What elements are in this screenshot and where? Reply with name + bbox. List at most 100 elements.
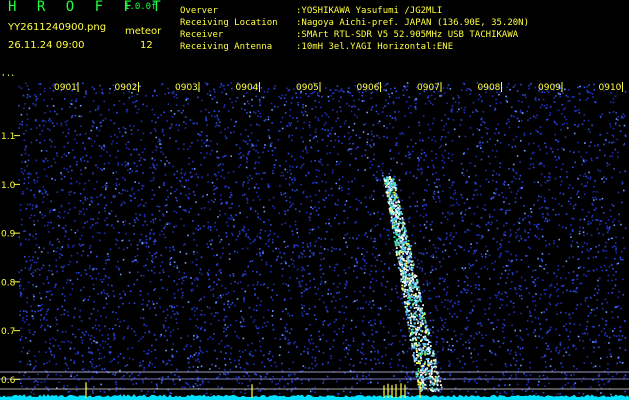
noise-speck xyxy=(435,172,437,174)
noise-speck xyxy=(69,390,71,393)
noise-speck xyxy=(169,258,171,260)
noise-speck xyxy=(86,197,89,200)
noise-speck xyxy=(586,249,589,251)
noise-speck xyxy=(302,315,304,317)
noise-speck xyxy=(232,226,235,228)
noise-speck xyxy=(151,213,153,216)
noise-speck xyxy=(83,188,85,191)
noise-speck xyxy=(581,251,583,253)
noise-speck xyxy=(403,352,405,354)
noise-speck xyxy=(146,393,148,396)
noise-speck xyxy=(81,332,84,334)
noise-speck xyxy=(613,224,616,227)
noise-speck xyxy=(300,136,303,139)
noise-speck xyxy=(481,150,484,153)
noise-speck xyxy=(103,144,105,147)
noise-speck xyxy=(192,288,194,291)
noise-speck xyxy=(548,302,551,304)
noise-speck xyxy=(209,153,212,155)
noise-speck xyxy=(143,367,145,369)
noise-speck xyxy=(540,356,543,359)
noise-speck xyxy=(489,350,491,352)
noise-speck xyxy=(165,349,167,352)
noise-speck xyxy=(508,167,510,170)
noise-speck xyxy=(64,229,67,232)
noise-speck xyxy=(359,392,362,394)
noise-speck xyxy=(545,263,547,266)
noise-speck xyxy=(75,163,78,166)
noise-speck xyxy=(115,156,118,159)
noise-speck xyxy=(20,269,23,272)
noise-speck xyxy=(517,100,520,102)
noise-speck xyxy=(314,159,316,162)
noise-speck xyxy=(556,393,559,395)
noise-speck xyxy=(141,198,143,201)
noise-speck xyxy=(406,85,409,87)
noise-speck xyxy=(529,361,531,364)
noise-speck xyxy=(99,352,101,355)
noise-speck xyxy=(197,354,200,356)
noise-speck xyxy=(107,333,109,336)
noise-speck xyxy=(271,122,273,124)
noise-speck xyxy=(19,244,22,247)
noise-speck xyxy=(18,127,20,129)
noise-speck xyxy=(27,159,30,162)
noise-speck xyxy=(494,107,497,110)
noise-speck xyxy=(225,315,228,318)
noise-speck xyxy=(313,136,315,139)
noise-speck xyxy=(614,148,617,151)
noise-speck xyxy=(544,385,546,387)
noise-speck xyxy=(404,376,407,378)
noise-speck xyxy=(217,171,220,174)
noise-speck xyxy=(35,99,38,102)
noise-speck xyxy=(442,156,445,159)
noise-speck xyxy=(427,389,429,392)
noise-speck xyxy=(529,163,532,166)
noise-speck xyxy=(382,107,385,109)
noise-speck xyxy=(524,212,526,215)
noise-speck xyxy=(138,182,140,184)
noise-speck xyxy=(40,314,42,316)
noise-speck xyxy=(465,291,468,294)
noise-speck xyxy=(63,176,66,178)
noise-speck xyxy=(560,311,562,314)
noise-speck xyxy=(449,186,451,189)
noise-speck xyxy=(326,152,329,155)
noise-speck xyxy=(277,382,280,385)
noise-speck xyxy=(520,197,522,199)
noise-speck xyxy=(224,346,226,348)
noise-speck xyxy=(492,174,494,177)
noise-speck xyxy=(187,370,189,372)
noise-speck xyxy=(350,110,353,113)
noise-speck xyxy=(546,152,548,155)
noise-speck xyxy=(133,162,136,164)
noise-speck xyxy=(379,179,381,181)
noise-speck xyxy=(448,344,451,347)
noise-speck xyxy=(328,132,331,135)
noise-speck xyxy=(350,148,353,150)
noise-speck xyxy=(152,172,154,174)
noise-speck xyxy=(364,362,367,365)
noise-speck xyxy=(578,339,581,342)
noise-speck xyxy=(104,117,107,120)
noise-speck xyxy=(225,235,228,238)
noise-speck xyxy=(30,214,33,217)
noise-speck xyxy=(207,246,209,248)
noise-speck xyxy=(534,308,536,311)
noise-speck xyxy=(470,246,472,249)
noise-speck xyxy=(515,236,517,239)
noise-speck xyxy=(572,205,575,207)
noise-speck xyxy=(433,166,435,169)
noise-speck xyxy=(347,188,350,190)
noise-speck xyxy=(213,281,216,283)
noise-speck xyxy=(73,138,76,141)
noise-speck xyxy=(183,143,185,146)
noise-speck xyxy=(430,94,433,97)
noise-speck xyxy=(245,273,247,276)
noise-speck xyxy=(66,168,68,171)
noise-speck xyxy=(476,225,478,227)
noise-speck xyxy=(327,135,330,138)
noise-speck xyxy=(529,228,532,231)
noise-speck xyxy=(600,330,603,333)
noise-speck xyxy=(261,178,263,180)
